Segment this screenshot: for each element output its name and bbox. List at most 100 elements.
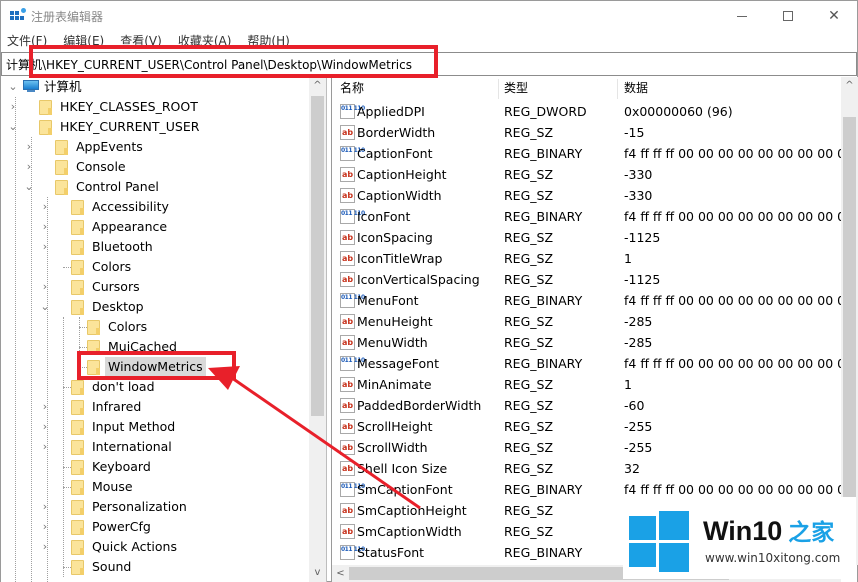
string-value-icon: ab — [340, 167, 355, 182]
chevron-right-icon[interactable]: › — [23, 157, 35, 177]
value-name: BorderWidth — [357, 125, 436, 140]
chevron-right-icon[interactable]: › — [39, 277, 51, 297]
watermark-brand-cn: 之家 — [788, 519, 835, 545]
tree-node-label: Bluetooth — [92, 239, 153, 254]
value-row[interactable]: ab BorderWidth REG_SZ -15 — [332, 122, 857, 143]
folder-icon — [55, 160, 68, 175]
folder-icon — [71, 300, 84, 315]
list-vertical-scrollbar[interactable]: ^ — [841, 77, 858, 565]
tree-node-label: HKEY_CLASSES_ROOT — [60, 99, 198, 114]
value-data: -15 — [624, 125, 645, 140]
folder-icon — [39, 100, 52, 115]
value-row[interactable]: 011 110 MenuFont REG_BINARY f4 ff ff ff 00 … — [332, 290, 857, 311]
value-data: f4 ff ff ff 00 00 00 00 00 00 00 00 00 0… — [624, 293, 846, 308]
scroll-up-icon[interactable]: ^ — [309, 77, 326, 94]
minimize-button[interactable] — [719, 1, 765, 31]
value-type: REG_DWORD — [504, 104, 587, 119]
value-row[interactable]: ab MinAnimate REG_SZ 1 — [332, 374, 857, 395]
value-type: REG_SZ — [504, 230, 554, 245]
chevron-right-icon[interactable]: › — [39, 497, 51, 517]
chevron-right-icon[interactable]: › — [23, 137, 35, 157]
value-data: -285 — [624, 314, 653, 329]
value-row[interactable]: 011 110 MessageFont REG_BINARY f4 ff ff ff … — [332, 353, 857, 374]
folder-icon — [39, 120, 52, 135]
binary-value-icon: 011 110 — [340, 209, 365, 224]
value-type: REG_SZ — [504, 461, 554, 476]
value-name: IconSpacing — [357, 230, 433, 245]
maximize-button[interactable] — [765, 1, 811, 31]
folder-icon — [71, 440, 84, 455]
annotation-highlight-windowmetrics — [77, 351, 236, 380]
chevron-right-icon[interactable]: › — [39, 437, 51, 457]
tree-vertical-scrollbar[interactable]: ^ v — [309, 77, 326, 582]
tree-node-label: Accessibility — [92, 199, 169, 214]
tree-node-label: Colors — [92, 259, 132, 274]
tree-node-label: Infrared — [92, 399, 142, 414]
key-tree-pane: ⌄ 计算机 › HKEY_CLASSES_ROOT ⌄ HKEY_CURRENT_US… — [1, 77, 327, 582]
value-type: REG_SZ — [504, 419, 554, 434]
list-vscroll-thumb[interactable] — [843, 117, 856, 517]
window-title: 注册表编辑器 — [31, 10, 104, 24]
value-type: REG_SZ — [504, 440, 554, 455]
binary-value-icon: 011 110 — [340, 482, 365, 497]
chevron-right-icon[interactable]: › — [7, 97, 19, 117]
minimize-icon — [737, 15, 747, 17]
chevron-down-icon[interactable]: ⌄ — [7, 117, 19, 137]
value-row[interactable]: 011 110 IconFont REG_BINARY f4 ff ff ff 00 … — [332, 206, 857, 227]
value-row[interactable]: ab IconSpacing REG_SZ -1125 — [332, 227, 857, 248]
value-row[interactable]: ab CaptionWidth REG_SZ -330 — [332, 185, 857, 206]
chevron-right-icon[interactable]: › — [39, 197, 51, 217]
watermark: Win10 之家 www.win10xitong.com — [623, 497, 856, 579]
folder-icon — [71, 400, 84, 415]
value-row[interactable]: ab ScrollWidth REG_SZ -255 — [332, 437, 857, 458]
folder-icon — [71, 380, 84, 395]
column-header-data[interactable]: 数据 — [616, 77, 836, 99]
close-button[interactable]: ✕ — [811, 1, 857, 31]
column-header-name[interactable]: 名称 — [332, 77, 498, 99]
value-type: REG_BINARY — [504, 545, 583, 560]
string-value-icon: ab — [340, 230, 355, 245]
tree-node-label: Sound — [92, 559, 132, 574]
tree-node-label: Personalization — [92, 499, 187, 514]
chevron-down-icon[interactable]: ⌄ — [7, 77, 19, 97]
tree-node-label: HKEY_CURRENT_USER — [60, 119, 200, 134]
value-row[interactable]: ab MenuWidth REG_SZ -285 — [332, 332, 857, 353]
scroll-down-icon[interactable]: v — [309, 564, 326, 581]
value-name: MenuFont — [357, 293, 419, 308]
value-row[interactable]: ab MenuHeight REG_SZ -285 — [332, 311, 857, 332]
value-row[interactable]: 011 110 AppliedDPI REG_DWORD 0x00000060 (96… — [332, 101, 857, 122]
chevron-down-icon[interactable]: ⌄ — [39, 297, 51, 317]
chevron-right-icon[interactable]: › — [39, 537, 51, 557]
value-type: REG_BINARY — [504, 482, 583, 497]
value-row[interactable]: ab Shell Icon Size REG_SZ 32 — [332, 458, 857, 479]
value-data: -330 — [624, 167, 653, 182]
chevron-right-icon[interactable]: › — [39, 517, 51, 537]
value-row[interactable]: ab CaptionHeight REG_SZ -330 — [332, 164, 857, 185]
computer-icon — [23, 80, 39, 93]
binary-value-icon: 011 110 — [340, 104, 365, 119]
folder-icon — [71, 520, 84, 535]
scroll-left-icon[interactable]: < — [332, 565, 349, 582]
value-name: SmCaptionHeight — [357, 503, 467, 518]
tree-scroll-thumb[interactable] — [311, 96, 324, 416]
chevron-right-icon[interactable]: › — [39, 217, 51, 237]
binary-value-icon: 011 110 — [340, 545, 365, 560]
value-row[interactable]: 011 110 CaptionFont REG_BINARY f4 ff ff ff … — [332, 143, 857, 164]
chevron-down-icon[interactable]: ⌄ — [23, 177, 35, 197]
value-row[interactable]: ab IconTitleWrap REG_SZ 1 — [332, 248, 857, 269]
chevron-right-icon[interactable]: › — [39, 397, 51, 417]
string-value-icon: ab — [340, 314, 355, 329]
value-row[interactable]: ab ScrollHeight REG_SZ -255 — [332, 416, 857, 437]
column-header-type[interactable]: 类型 — [496, 77, 616, 99]
value-type: REG_BINARY — [504, 209, 583, 224]
tree-node-label: Input Method — [92, 419, 176, 434]
chevron-right-icon[interactable]: › — [39, 237, 51, 257]
value-data: -255 — [624, 419, 653, 434]
scroll-up-icon[interactable]: ^ — [841, 77, 858, 94]
value-row[interactable]: ab PaddedBorderWidth REG_SZ -60 — [332, 395, 857, 416]
folder-icon — [55, 180, 68, 195]
chevron-right-icon[interactable]: › — [39, 417, 51, 437]
tree-node-label: Control Panel — [76, 179, 159, 194]
tree-node-label: PowerCfg — [92, 519, 151, 534]
value-row[interactable]: ab IconVerticalSpacing REG_SZ -1125 — [332, 269, 857, 290]
